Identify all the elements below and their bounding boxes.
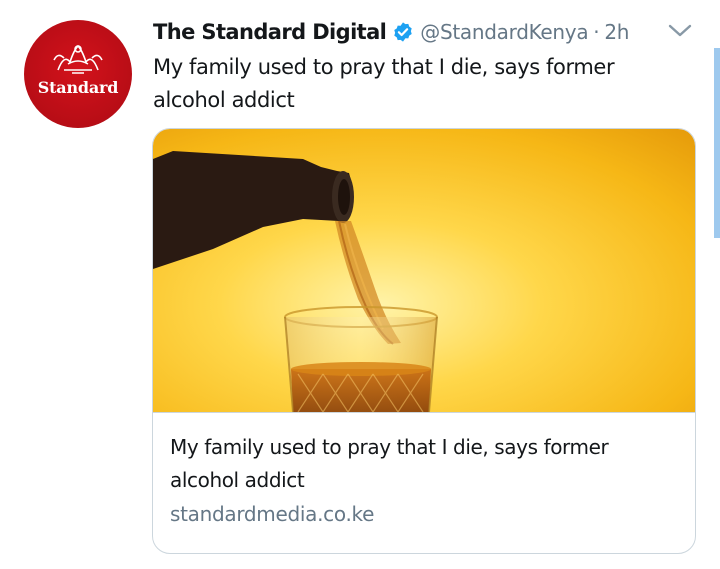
user-handle[interactable]: @StandardKenya (420, 20, 588, 44)
verified-badge-icon (394, 22, 413, 42)
avatar[interactable]: Standard (24, 20, 132, 128)
card-title[interactable]: My family used to pray that I die, says … (170, 431, 680, 497)
display-name[interactable]: The Standard Digital (153, 20, 387, 44)
crest-logo-icon (53, 44, 103, 74)
card-domain[interactable]: standardmedia.co.ke (170, 502, 374, 526)
scrollbar[interactable] (714, 48, 720, 238)
link-card[interactable]: My family used to pray that I die, says … (152, 128, 696, 554)
tweet-text: My family used to pray that I die, says … (153, 55, 615, 112)
card-image[interactable] (153, 129, 695, 412)
whisky-pour-photo (153, 129, 695, 412)
tweet-header: The Standard Digital @StandardKenya · 2h (153, 15, 629, 49)
avatar-brand-text: Standard (37, 78, 119, 97)
separator-dot: · (593, 20, 600, 44)
tweet[interactable]: Standard The Standard Digital @StandardK… (0, 0, 720, 569)
timestamp[interactable]: 2h (604, 20, 629, 44)
chevron-down-icon[interactable] (667, 22, 693, 40)
card-divider (153, 412, 695, 413)
